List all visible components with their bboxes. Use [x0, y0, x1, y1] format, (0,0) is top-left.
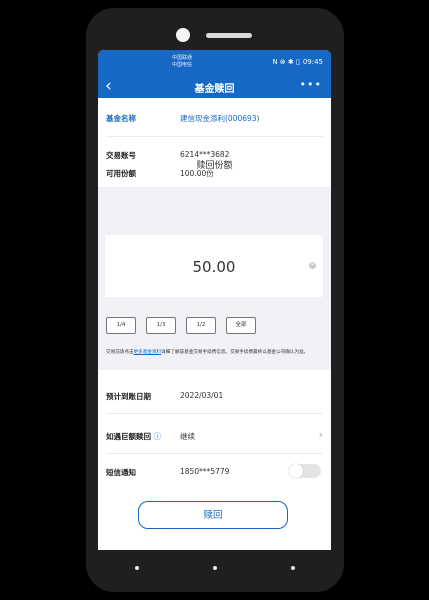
fraction-half-button[interactable]: 1/2: [186, 317, 216, 334]
sms-phone-value: 1850***5779: [180, 467, 230, 476]
more-dots-icon[interactable]: •••: [300, 78, 322, 91]
more-fund-info-link[interactable]: 更多基金资料: [134, 350, 162, 355]
large-redemption-label: 如遇巨额赎回 ⓘ: [106, 431, 161, 442]
nav-bar: ‹ 基金赎回 •••: [98, 76, 331, 98]
redeem-section-title: 赎回份额: [196, 161, 233, 171]
sms-toggle[interactable]: [289, 464, 321, 478]
nav-key-back[interactable]: [135, 566, 139, 570]
fraction-all-button[interactable]: 全部: [226, 317, 256, 334]
status-indicators: N ⊗ ✱ ▯ 09:45: [272, 58, 323, 66]
carrier-line-2: 中国电信: [172, 62, 193, 68]
toggle-knob: [289, 464, 303, 478]
carrier-line-1: 中国联通: [172, 55, 193, 61]
fund-name-value[interactable]: 建信现金添利(000693): [180, 113, 259, 124]
sms-notice-label: 短信通知: [106, 468, 136, 477]
arrival-date-value: 2022/03/01: [180, 391, 224, 400]
large-redemption-value[interactable]: 继续: [180, 431, 195, 442]
divider: [106, 136, 323, 137]
nav-key-home[interactable]: [213, 566, 217, 570]
arrival-date-label: 预计到账日期: [106, 392, 151, 401]
clear-icon[interactable]: ✕: [309, 262, 316, 269]
front-camera: [176, 28, 190, 42]
notice-text-after: 详细了解该基金交易手续费信息。交易手续费最终以基金公司确认为准。: [161, 350, 309, 355]
fraction-quarter-button[interactable]: 1/4: [106, 317, 136, 334]
fund-name-label: 基金名称: [106, 114, 136, 123]
divider: [106, 413, 323, 414]
status-time: 09:45: [302, 58, 323, 66]
fraction-third-button[interactable]: 1/3: [146, 317, 176, 334]
status-bar: 中国联通 中国电信 N ⊗ ✱ ▯ 09:45: [98, 50, 331, 76]
fee-notice: 交易前请点击更多基金资料详细了解该基金交易手续费信息。交易手续费最终以基金公司确…: [106, 349, 324, 357]
earpiece-speaker: [206, 33, 252, 38]
redeem-button[interactable]: 赎回: [138, 501, 288, 529]
divider: [106, 453, 323, 454]
large-redemption-label-text: 如遇巨额赎回: [106, 432, 151, 441]
nav-key-recent[interactable]: [291, 566, 295, 570]
page-title: 基金赎回: [194, 84, 235, 95]
notice-text-before: 交易前请点击: [106, 350, 134, 355]
redeem-amount-input[interactable]: 50.00 ✕: [105, 235, 323, 297]
status-icons: N ⊗ ✱ ▯: [272, 58, 300, 66]
redeem-amount-value: 50.00: [192, 258, 236, 276]
info-icon[interactable]: ⓘ: [154, 432, 162, 441]
carrier-info: 中国联通 中国电信: [172, 55, 192, 69]
chevron-right-icon[interactable]: ›: [319, 428, 323, 441]
